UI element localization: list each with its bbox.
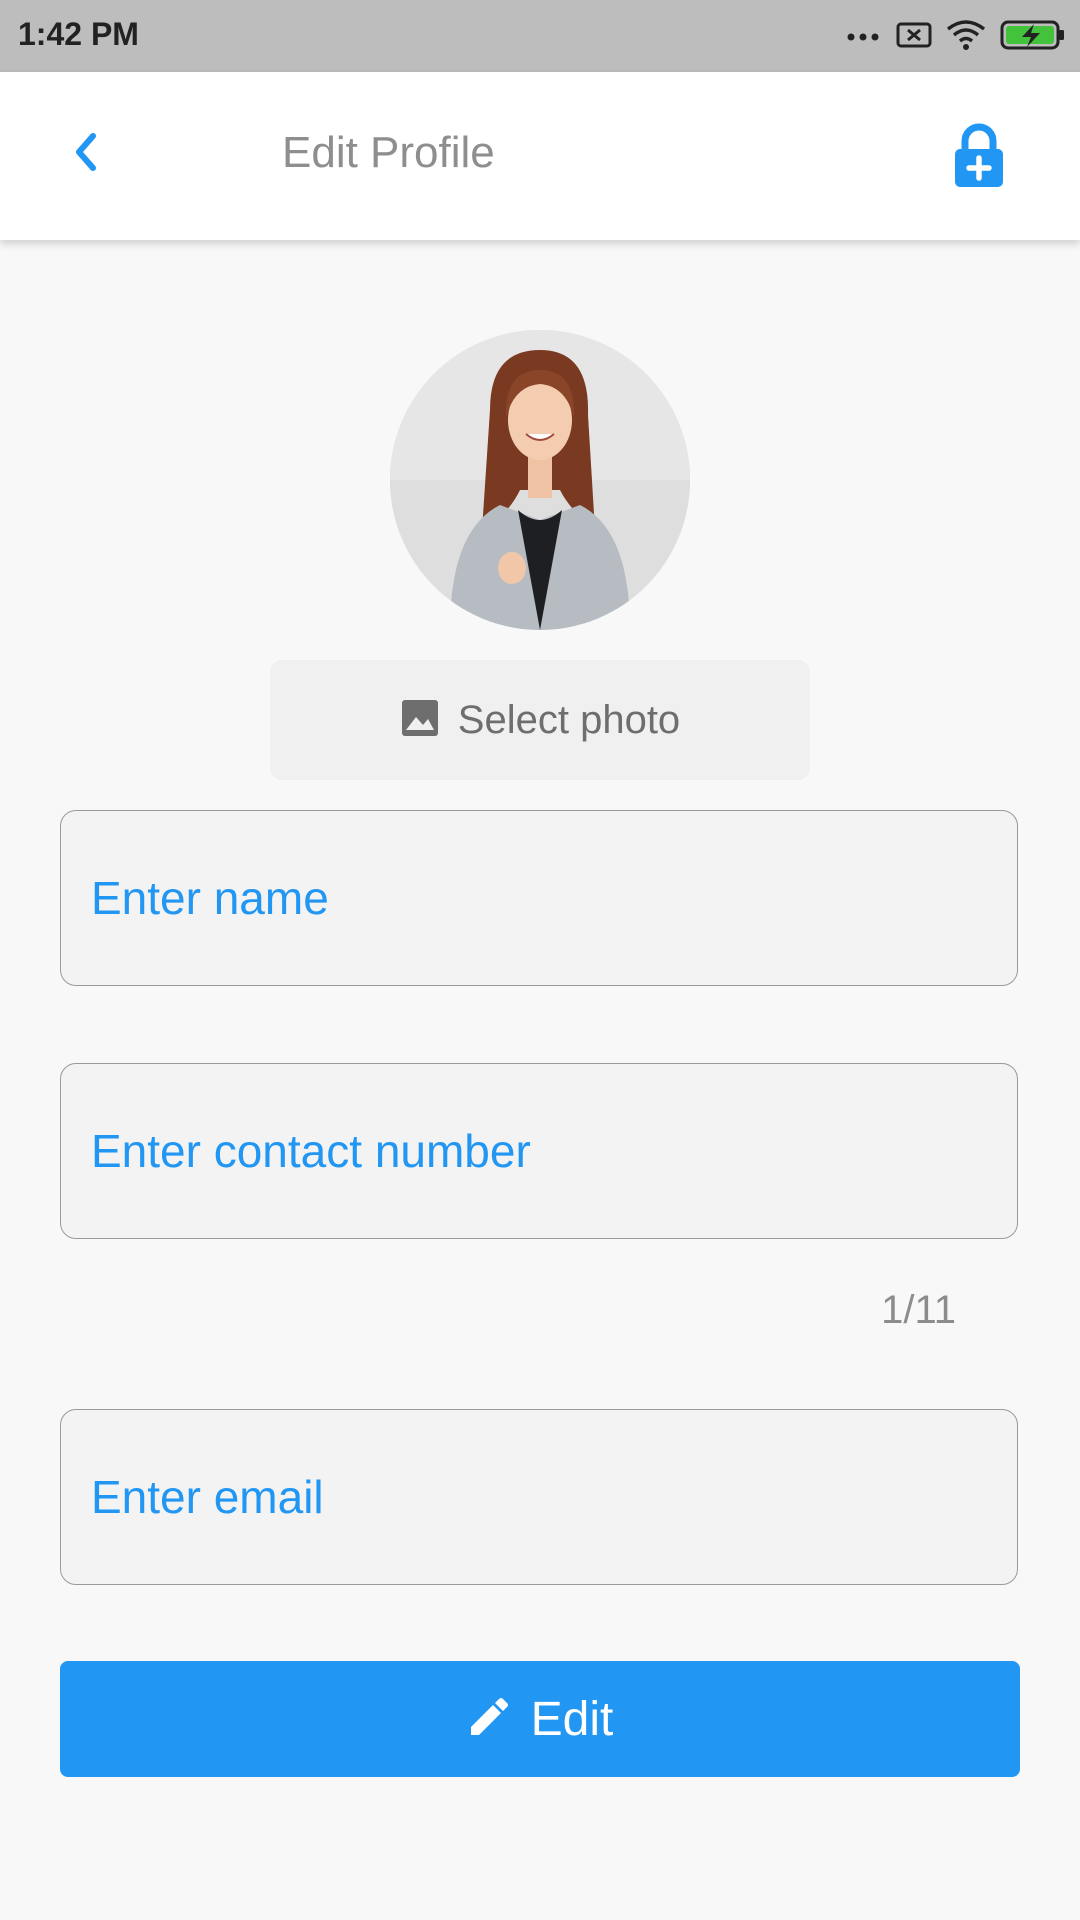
email-input[interactable] (91, 1410, 991, 1584)
name-field[interactable] (60, 810, 1018, 986)
email-field[interactable] (60, 1409, 1018, 1585)
wifi-icon (946, 19, 986, 56)
edit-button[interactable]: Edit (60, 1661, 1020, 1777)
app-bar: Edit Profile (0, 72, 1080, 240)
select-photo-label: Select photo (457, 697, 681, 742)
status-icons (846, 18, 1066, 56)
more-dots-icon (846, 28, 882, 46)
name-input[interactable] (91, 811, 991, 985)
page-title: Edit Profile (282, 128, 495, 177)
pencil-icon (467, 1695, 511, 1744)
status-bar: 1:42 PM (0, 0, 1080, 72)
contact-number-input[interactable] (91, 1064, 991, 1238)
battery-charging-icon (1000, 19, 1066, 56)
contact-character-counter: 1/11 (881, 1288, 956, 1332)
chevron-left-icon (71, 132, 99, 177)
select-photo-button[interactable]: Select photo (270, 660, 810, 780)
lock-plus-icon (953, 123, 1005, 194)
back-button[interactable] (55, 124, 115, 184)
status-time: 1:42 PM (18, 16, 139, 52)
lock-button[interactable] (944, 118, 1014, 198)
contact-number-field[interactable] (60, 1063, 1018, 1239)
profile-avatar[interactable] (390, 330, 690, 630)
image-icon (400, 698, 440, 743)
profile-photo (390, 330, 690, 630)
edit-button-label: Edit (530, 1692, 614, 1746)
sim-x-icon (896, 21, 932, 54)
